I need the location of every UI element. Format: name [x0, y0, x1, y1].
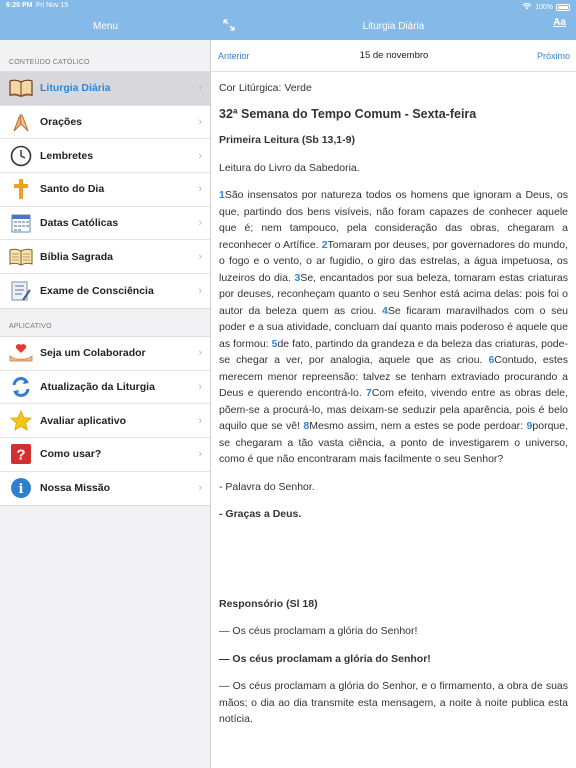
chevron-right-icon: ›: [198, 380, 202, 393]
status-bar: 6:20 PM Fri Nov 15 100%: [0, 0, 576, 12]
sidebar-item-missao[interactable]: i Nossa Missão ›: [0, 472, 210, 506]
sidebar-item-label: Avaliar aplicativo: [40, 414, 126, 427]
first-reading-title: Primeira Leitura (Sb 13,1-9): [219, 134, 355, 146]
next-button[interactable]: Próximo: [537, 51, 570, 61]
heart-hands-icon: [9, 341, 33, 365]
menu-title: Menu: [92, 20, 118, 32]
chevron-right-icon: ›: [198, 347, 202, 360]
svg-text:?: ?: [16, 447, 25, 464]
chevron-right-icon: ›: [198, 250, 202, 263]
status-time: 6:20 PM: [6, 2, 33, 9]
chevron-right-icon: ›: [198, 183, 202, 196]
sidebar-item-label: Lembretes: [40, 149, 94, 162]
psalm-refrain-bold: — Os céus proclamam a glória do Senhor!: [219, 652, 431, 665]
sidebar-item-label: Como usar?: [40, 448, 102, 461]
chevron-right-icon: ›: [198, 482, 202, 495]
first-reading-body: 1São insensatos por natureza todos os ho…: [219, 187, 568, 468]
sidebar-item-label: Atualização da Liturgia: [40, 380, 155, 393]
sidebar-item-datas[interactable]: Datas Católicas ›: [0, 207, 210, 241]
sidebar-item-label: Bíblia Sagrada: [40, 250, 113, 263]
status-date: Fri Nov 15: [36, 2, 69, 9]
battery-percent: 100%: [535, 3, 553, 11]
first-reading-intro: Leitura do Livro da Sabedoria.: [219, 161, 360, 174]
clock-icon: [9, 144, 33, 168]
verse-text: Mesmo assim, nem a estes se pode perdoar…: [309, 420, 527, 432]
font-size-button[interactable]: Aa: [553, 17, 566, 28]
date-pager: 15 de novembro Anterior Próximo: [212, 40, 576, 72]
psalm-refrain: — Os céus proclamam a glória do Senhor!: [219, 625, 418, 637]
battery-icon: [556, 3, 570, 11]
sidebar-item-label: Seja um Colaborador: [40, 347, 146, 360]
top-bar: 6:20 PM Fri Nov 15 100% Menu Liturgia Di…: [0, 0, 576, 40]
menu-list-content: Liturgia Diária › Orações › Lembretes › …: [0, 71, 210, 309]
page-title: Liturgia Diária: [362, 20, 425, 32]
sidebar-item-exame[interactable]: Exame de Consciência ›: [0, 274, 210, 308]
sidebar-item-atualizacao[interactable]: Atualização da Liturgia ›: [0, 371, 210, 405]
reading-response: - Graças a Deus.: [219, 508, 302, 520]
sidebar-item-avaliar[interactable]: Avaliar aplicativo ›: [0, 404, 210, 438]
sidebar-item-biblia[interactable]: Bíblia Sagrada ›: [0, 240, 210, 275]
chevron-right-icon: ›: [198, 217, 202, 230]
previous-button[interactable]: Anterior: [218, 51, 250, 61]
sidebar-item-como-usar[interactable]: ? Como usar? ›: [0, 438, 210, 472]
section-title-content: CONTEÚDO CATÓLICO: [9, 59, 90, 66]
sidebar-item-label: Datas Católicas: [40, 217, 119, 230]
cross-icon: [9, 177, 33, 201]
sidebar-item-label: Santo do Dia: [40, 183, 105, 196]
liturgical-color: Cor Litúrgica: Verde: [219, 82, 312, 94]
chevron-right-icon: ›: [198, 116, 202, 129]
bible-icon: [9, 245, 33, 269]
info-icon: i: [9, 476, 33, 500]
calendar-icon: [9, 211, 33, 235]
question-icon: ?: [9, 442, 33, 466]
book-icon: [9, 76, 33, 100]
sidebar-item-label: Exame de Consciência: [40, 284, 154, 297]
star-icon: [9, 409, 33, 433]
chevron-right-icon: ›: [198, 284, 202, 297]
chevron-right-icon: ›: [198, 149, 202, 162]
sidebar-item-lembretes[interactable]: Lembretes ›: [0, 139, 210, 174]
psalm-title: Responsório (Sl 18): [219, 597, 318, 610]
sidebar-item-colaborador[interactable]: Seja um Colaborador ›: [0, 337, 210, 371]
sidebar-item-label: Liturgia Diária: [40, 82, 111, 95]
menu-list-app: Seja um Colaborador › Atualização da Lit…: [0, 335, 210, 507]
sidebar-item-santo[interactable]: Santo do Dia ›: [0, 173, 210, 207]
sidebar-item-oracoes[interactable]: Orações ›: [0, 106, 210, 140]
refresh-icon: [9, 375, 33, 399]
current-date: 15 de novembro: [359, 50, 429, 61]
expand-icon[interactable]: [222, 18, 236, 32]
chevron-right-icon: ›: [198, 82, 202, 95]
praying-hands-icon: [9, 110, 33, 134]
reading-closing: - Palavra do Senhor.: [219, 480, 315, 493]
content-pane: 15 de novembro Anterior Próximo Cor Litú…: [212, 40, 576, 768]
psalm-verse: — Os céus proclamam a glória do Senhor, …: [219, 680, 568, 725]
week-title: 32ª Semana do Tempo Comum - Sexta-feira: [219, 106, 477, 121]
section-title-app: APLICATIVO: [9, 322, 52, 330]
sidebar-item-label: Nossa Missão: [40, 482, 111, 495]
status-right: 100%: [522, 2, 570, 12]
chevron-right-icon: ›: [198, 448, 202, 461]
wifi-icon: [522, 2, 532, 12]
sidebar-item-liturgia[interactable]: Liturgia Diária ›: [0, 72, 210, 106]
svg-text:i: i: [19, 482, 24, 497]
sidebar-item-label: Orações: [40, 116, 83, 129]
sidebar: CONTEÚDO CATÓLICO Liturgia Diária › Oraç…: [0, 40, 211, 768]
chevron-right-icon: ›: [198, 414, 202, 427]
reading-text: Cor Litúrgica: Verde 32ª Semana do Tempo…: [212, 72, 576, 728]
checklist-icon: [9, 279, 33, 303]
